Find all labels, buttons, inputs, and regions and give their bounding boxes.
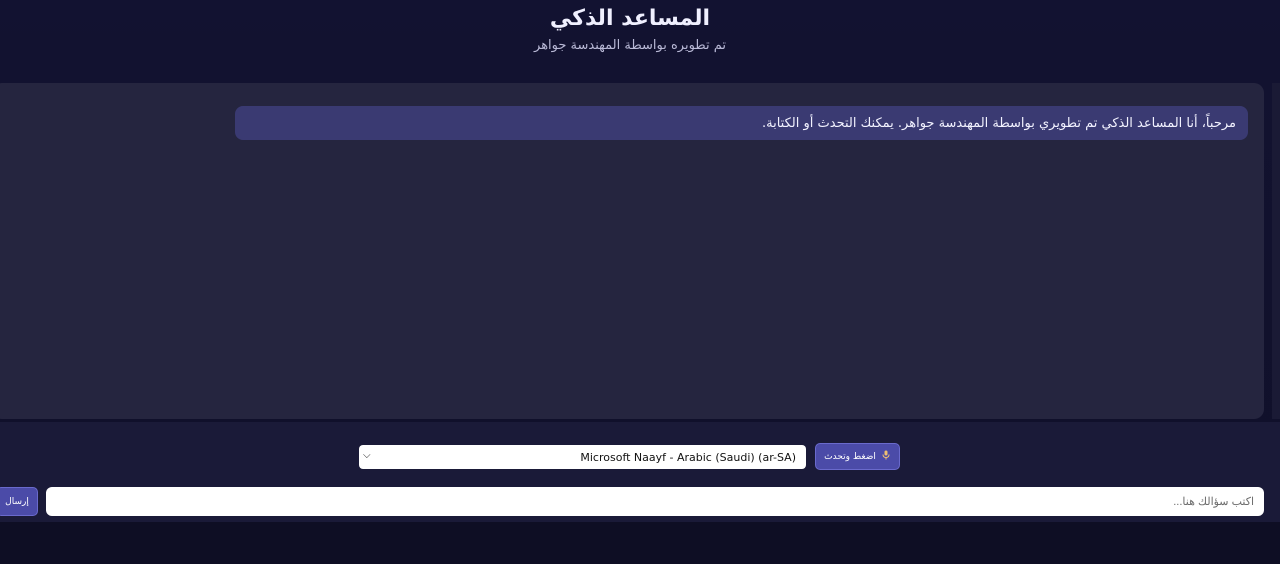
bot-message-text: مرحباً، أنا المساعد الذكي تم تطويري بواس… [762,115,1236,131]
voice-select-value: Microsoft Naayf - Arabic (Saudi) (ar-SA) [580,450,796,464]
send-button[interactable]: إرسال [0,487,38,516]
scrollbar-track[interactable] [1272,83,1280,419]
microphone-icon [881,450,891,463]
push-to-talk-label: اضغط وتحدث [824,451,876,462]
question-input[interactable] [46,487,1264,516]
page-title: المساعد الذكي [549,6,711,31]
assistant-page: المساعد الذكي تم تطويره بواسطة المهندسة … [0,0,1280,564]
push-to-talk-button[interactable]: اضغط وتحدث [815,443,900,470]
footer-bar [0,522,1280,564]
chevron-down-icon: ⌵ [363,450,371,461]
send-button-label: إرسال [5,496,29,507]
chat-panel: مرحباً، أنا المساعد الذكي تم تطويري بواس… [0,83,1264,419]
bot-message: مرحباً، أنا المساعد الذكي تم تطويري بواس… [235,106,1248,140]
page-header: المساعد الذكي تم تطويره بواسطة المهندسة … [0,0,1280,80]
voice-select[interactable]: Microsoft Naayf - Arabic (Saudi) (ar-SA)… [359,445,806,469]
page-subtitle: تم تطويره بواسطة المهندسة جواهر [534,38,726,53]
